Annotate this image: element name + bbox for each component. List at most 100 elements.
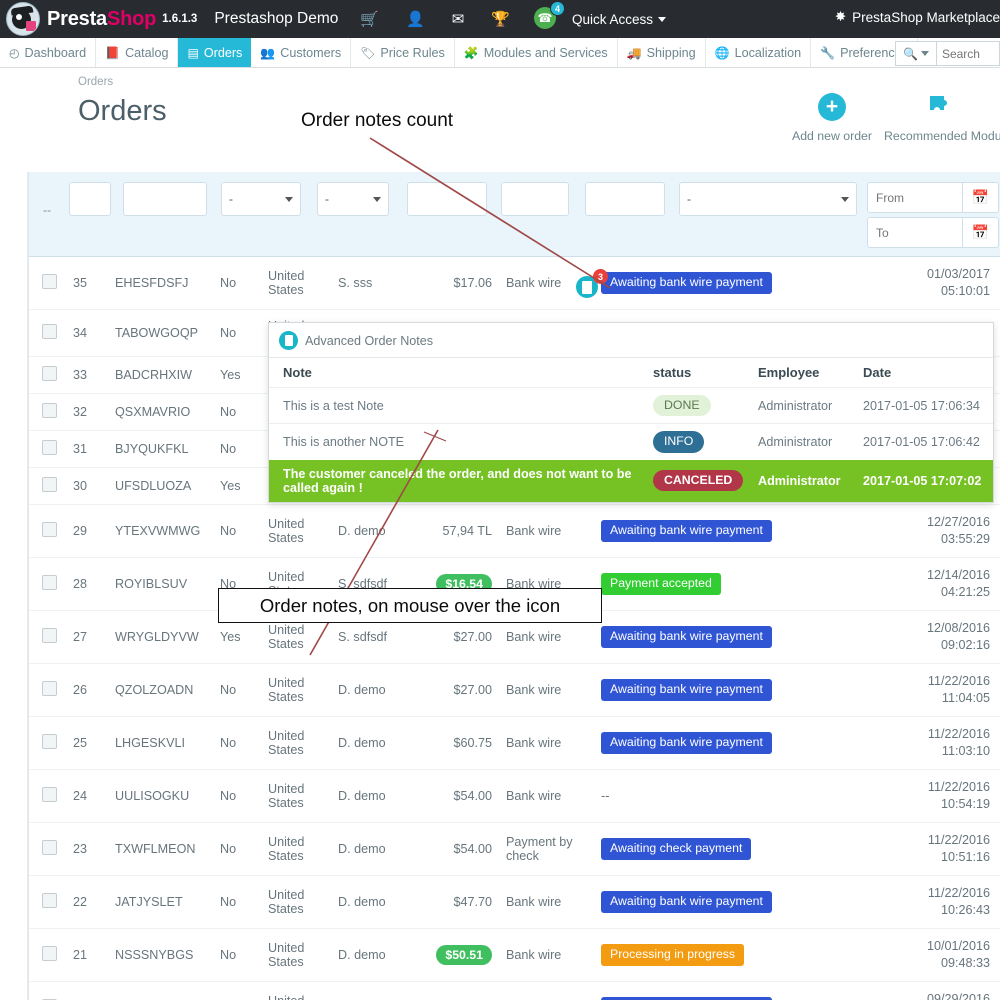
- shop-name-label[interactable]: Prestashop Demo: [214, 10, 338, 28]
- row-checkbox[interactable]: [41, 440, 57, 455]
- cell-new-client: No: [216, 822, 264, 876]
- cell-date-day: 01/03/2017: [926, 267, 990, 281]
- filter-new-client-select[interactable]: -: [221, 182, 301, 216]
- cell-reference: QZOLZOADN: [111, 663, 216, 717]
- nav-item-modules[interactable]: 🧩 Modules and Services: [455, 38, 618, 67]
- cell-delivery: United States: [264, 822, 334, 876]
- nav-item-orders[interactable]: ▤ Orders: [178, 38, 252, 67]
- table-row[interactable]: 29 YTEXVWMWG No United States D. demo 57,94 T…: [29, 504, 1000, 558]
- annotation-order-notes-hover: Order notes, on mouse over the icon: [218, 588, 602, 623]
- cell-customer: P. razvan: [334, 981, 422, 1000]
- note-row[interactable]: The customer canceled the order, and doe…: [269, 459, 993, 502]
- nav-item-shipping[interactable]: 🚚 Shipping: [618, 38, 706, 67]
- table-row[interactable]: 35 EHESFDSFJ No United States S. sss $17.06 Ba…: [29, 257, 1000, 310]
- chevron-down-icon: [373, 196, 381, 202]
- cell-date: 10/01/2016 09:48:33: [822, 928, 1000, 982]
- cell-reference: UFSDLUOZA: [111, 467, 216, 505]
- cart-icon[interactable]: 🛒: [360, 12, 379, 27]
- advanced-order-notes-popup[interactable]: Advanced Order Notes Note status Employe…: [268, 322, 994, 503]
- filter-total-input[interactable]: [501, 182, 569, 216]
- cell-delivery: United States: [264, 716, 334, 770]
- row-checkbox[interactable]: [41, 477, 57, 492]
- row-checkbox[interactable]: [41, 787, 57, 802]
- row-checkbox[interactable]: [41, 403, 57, 418]
- row-checkbox[interactable]: [41, 366, 57, 381]
- calendar-icon[interactable]: 📅: [963, 182, 999, 213]
- row-checkbox[interactable]: [41, 840, 57, 855]
- cell-date-day: 11/22/2016: [927, 674, 990, 688]
- note-row[interactable]: This is a test Note DONE Administrator 2017…: [269, 386, 993, 424]
- table-row[interactable]: 20OQWYJVAJCNoUnited StatesP. razvan$34.0…: [29, 981, 1000, 1000]
- filter-date-to-input[interactable]: [867, 217, 963, 248]
- table-row[interactable]: 24 UULISOGKU No United States D. demo $54.00 B…: [29, 769, 1000, 823]
- filter-reference-input[interactable]: [123, 182, 207, 216]
- prestashop-logo-icon[interactable]: [6, 2, 40, 36]
- row-checkbox[interactable]: [41, 324, 57, 339]
- notes-popup-header: Advanced Order Notes: [269, 323, 993, 358]
- cell-payment: Bank wire 3: [502, 257, 608, 310]
- row-checkbox[interactable]: [41, 893, 57, 908]
- row-checkbox[interactable]: [41, 522, 57, 537]
- filter-delivery-value: -: [325, 192, 329, 206]
- status-badge: Awaiting check payment: [601, 838, 752, 860]
- quick-access-menu[interactable]: Quick Access: [572, 12, 667, 27]
- table-row[interactable]: 26 QZOLZOADN No United States D. demo $27.00 B…: [29, 663, 1000, 717]
- row-checkbox[interactable]: [41, 628, 57, 643]
- row-checkbox[interactable]: [41, 734, 57, 749]
- global-search[interactable]: 🔍: [895, 41, 1000, 66]
- nav-item-price-rules[interactable]: 🏷 Price Rules: [351, 38, 455, 67]
- nav-item-localization[interactable]: 🌐 Localization: [706, 38, 812, 67]
- row-checkbox[interactable]: [41, 946, 57, 961]
- filter-delivery-select[interactable]: -: [317, 182, 389, 216]
- filter-id-input[interactable]: [69, 182, 111, 216]
- cell-delivery: United States: [264, 875, 334, 929]
- envelope-icon[interactable]: ✉: [452, 12, 465, 27]
- cell-order-id: 24: [69, 769, 111, 823]
- filter-payment-input[interactable]: [585, 182, 665, 216]
- nav-item-catalog[interactable]: 📕 Catalog: [96, 38, 179, 67]
- table-row[interactable]: 22 JATJYSLET No United States D. demo $47.70 B…: [29, 875, 1000, 929]
- nav-item-dashboard[interactable]: ◴ Dashboard: [0, 38, 97, 67]
- add-new-order-button[interactable]: + Add new order: [772, 93, 892, 143]
- table-row[interactable]: 23 TXWFLMEON No United States D. demo $54.00 P…: [29, 822, 1000, 876]
- left-gutter: [0, 172, 28, 1000]
- row-checkbox[interactable]: [41, 274, 57, 289]
- note-row[interactable]: This is another NOTE INFO Administrator 201…: [269, 423, 993, 460]
- table-row[interactable]: 21 NSSSNYBGS No United States D. demo $50.51 B…: [29, 928, 1000, 982]
- calendar-icon[interactable]: 📅: [963, 217, 999, 248]
- cell-payment: Bank wire: [502, 928, 597, 982]
- row-checkbox-cell: [29, 716, 69, 770]
- row-checkbox[interactable]: [41, 681, 57, 696]
- note-employee: Administrator: [744, 386, 849, 424]
- chevron-down-icon: [658, 16, 667, 22]
- cell-customer: D. demo: [334, 822, 422, 876]
- cell-customer: D. demo: [334, 663, 422, 717]
- nav-item-customers[interactable]: 👥 Customers: [251, 38, 352, 67]
- table-row[interactable]: 25 LHGESKVLI No United States D. demo $60.75 B…: [29, 716, 1000, 770]
- cell-date-day: 10/01/2016: [926, 939, 990, 953]
- status-badge: Awaiting bank wire payment: [601, 732, 772, 754]
- phone-support-icon[interactable]: ☎ 4: [534, 1, 566, 31]
- filter-status-select[interactable]: -: [679, 182, 857, 216]
- catalog-icon: 📕: [105, 45, 121, 60]
- cell-payment: Bank wire: [502, 504, 597, 558]
- search-input[interactable]: [936, 42, 999, 65]
- marketplace-link[interactable]: ✸ PrestaShop Marketplace: [835, 9, 1000, 25]
- filter-customer-input[interactable]: [407, 182, 487, 216]
- brand-wordmark[interactable]: PrestaShop: [47, 8, 156, 31]
- recommended-modules-button[interactable]: Recommended Modules: [884, 93, 1000, 143]
- row-checkbox-cell: [29, 875, 69, 929]
- note-status-cell: INFO: [639, 423, 744, 460]
- order-notes-icon[interactable]: 3: [576, 269, 608, 302]
- cell-order-id: 32: [69, 393, 111, 431]
- trophy-icon[interactable]: 🏆: [491, 12, 510, 27]
- cell-new-client: Yes: [216, 467, 264, 505]
- search-scope-dropdown[interactable]: 🔍: [896, 42, 937, 65]
- nav-label-price-rules: Price Rules: [380, 45, 445, 60]
- filter-date-from-input[interactable]: [867, 182, 963, 213]
- filter-new-client-value: -: [229, 192, 233, 206]
- nav-label-localization: Localization: [734, 45, 802, 60]
- row-checkbox[interactable]: [41, 575, 57, 590]
- customer-icon[interactable]: 👤: [406, 12, 425, 27]
- cell-total: $27.00: [422, 663, 502, 717]
